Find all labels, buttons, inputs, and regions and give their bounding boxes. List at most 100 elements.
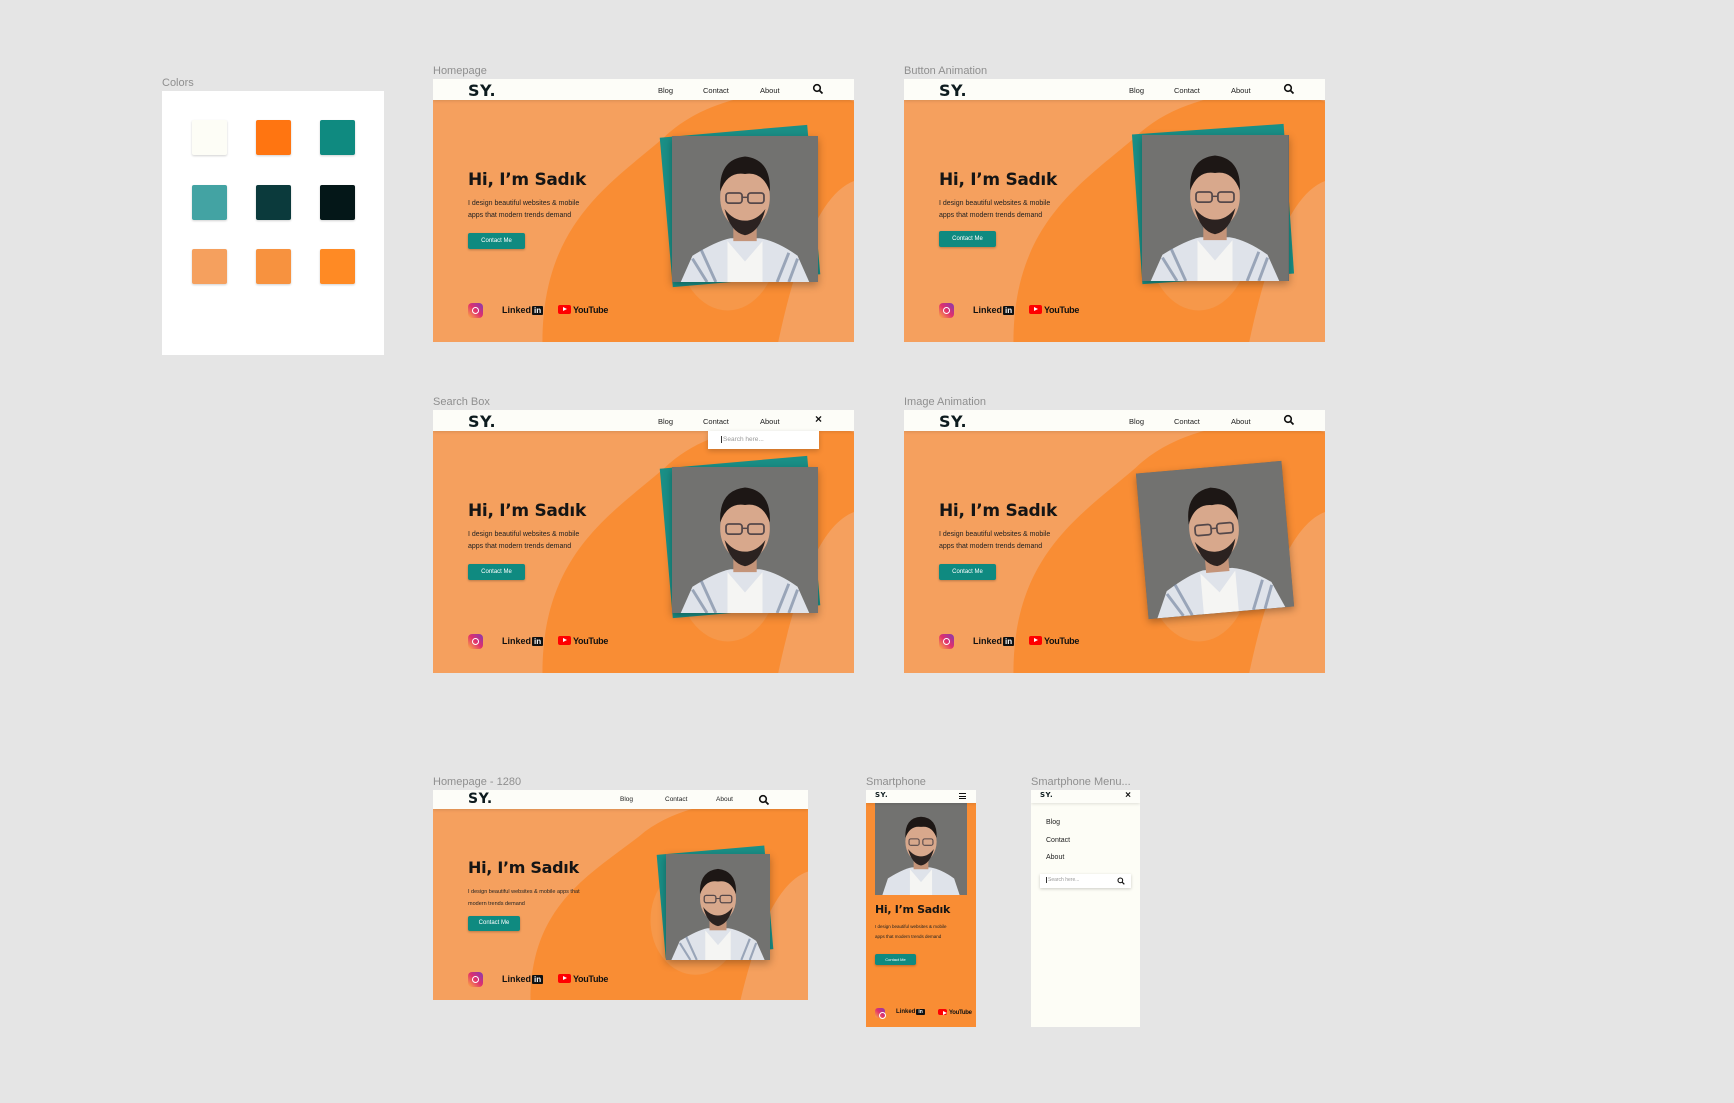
nav-blog[interactable]: Blog xyxy=(620,796,633,803)
nav-blog[interactable]: Blog xyxy=(1129,417,1144,426)
nav-blog[interactable]: Blog xyxy=(1129,86,1144,95)
search-icon[interactable] xyxy=(758,794,770,806)
logo[interactable]: SY. xyxy=(875,791,888,799)
logo[interactable]: SY. xyxy=(468,81,496,100)
instagram-icon[interactable] xyxy=(468,634,483,649)
nav-about[interactable]: About xyxy=(760,86,780,95)
colors-frame[interactable] xyxy=(162,91,384,355)
smartphone-frame[interactable]: SY. Hi, I’m Sadık I design beautiful web… xyxy=(866,790,976,1027)
nav-contact[interactable]: Contact xyxy=(665,796,687,803)
contact-me-button[interactable]: Contact Me xyxy=(468,916,520,931)
search-box-frame[interactable]: SY. Blog Contact About × Search here... Hi, I’… xyxy=(433,410,854,673)
contact-me-button[interactable]: Contact Me xyxy=(468,233,525,249)
navbar: SY. × xyxy=(1031,790,1140,803)
frame-label-search-box[interactable]: Search Box xyxy=(433,396,490,408)
frame-label-colors[interactable]: Colors xyxy=(162,77,194,89)
linkedin-link[interactable]: Linked in xyxy=(896,1009,925,1015)
search-icon[interactable] xyxy=(812,83,824,95)
smartphone-menu-frame[interactable]: SY. × Blog Contact About Search here... xyxy=(1031,790,1140,1027)
instagram-icon[interactable] xyxy=(468,972,483,987)
youtube-link[interactable]: YouTube xyxy=(1029,636,1079,646)
instagram-icon[interactable] xyxy=(875,1008,886,1019)
search-input[interactable]: Search here... xyxy=(708,431,819,449)
nav-contact[interactable]: Contact xyxy=(703,417,729,426)
portrait-illustration xyxy=(672,136,818,282)
youtube-label: YouTube xyxy=(1044,636,1080,646)
nav-blog[interactable]: Blog xyxy=(658,417,673,426)
linkedin-link[interactable]: Linked in xyxy=(973,636,1015,646)
frame-label-button-animation[interactable]: Button Animation xyxy=(904,65,987,77)
hero-title: Hi, I’m Sadık xyxy=(875,903,950,916)
youtube-icon xyxy=(558,974,571,983)
linkedin-link[interactable]: Linked in xyxy=(502,305,544,315)
nav-about[interactable]: About xyxy=(760,417,780,426)
nav-about[interactable]: About xyxy=(1231,417,1251,426)
color-swatch[interactable] xyxy=(320,120,355,155)
frame-label-smartphone[interactable]: Smartphone xyxy=(866,776,926,788)
youtube-label: YouTube xyxy=(573,974,609,984)
color-swatch[interactable] xyxy=(192,249,227,284)
nav-about[interactable]: About xyxy=(1231,86,1251,95)
linkedin-link[interactable]: Linked in xyxy=(502,636,544,646)
youtube-icon xyxy=(558,636,571,645)
frame-label-homepage-1280[interactable]: Homepage - 1280 xyxy=(433,776,521,788)
logo[interactable]: SY. xyxy=(468,412,496,431)
hero-title: Hi, I’m Sadık xyxy=(939,170,1057,190)
logo[interactable]: SY. xyxy=(939,81,967,100)
search-icon xyxy=(1117,877,1125,885)
homepage-1280-frame[interactable]: SY. Blog Contact About Hi, I’m Sadık I design… xyxy=(433,790,808,1000)
linkedin-link[interactable]: Linked in xyxy=(502,974,544,984)
navbar: SY. Blog Contact About × xyxy=(433,410,854,431)
logo[interactable]: SY. xyxy=(939,412,967,431)
search-icon[interactable] xyxy=(1283,83,1295,95)
contact-me-button[interactable]: Contact Me xyxy=(939,564,996,580)
menu-item-about[interactable]: About xyxy=(1046,854,1064,861)
menu-item-blog[interactable]: Blog xyxy=(1046,819,1060,826)
youtube-link[interactable]: YouTube xyxy=(558,305,608,315)
nav-contact[interactable]: Contact xyxy=(1174,86,1200,95)
close-icon[interactable]: × xyxy=(1125,790,1131,801)
frame-label-smartphone-menu[interactable]: Smartphone Menu... xyxy=(1031,776,1131,788)
profile-photo xyxy=(666,854,770,960)
linkedin-mark: in xyxy=(1003,637,1015,646)
contact-me-button[interactable]: Contact Me xyxy=(875,954,916,965)
linkedin-mark: in xyxy=(1003,306,1015,315)
linkedin-link[interactable]: Linked in xyxy=(973,305,1015,315)
contact-me-button[interactable]: Contact Me xyxy=(939,231,996,247)
youtube-link[interactable]: YouTube xyxy=(558,636,608,646)
logo[interactable]: SY. xyxy=(1040,791,1053,799)
search-icon[interactable] xyxy=(1283,414,1295,426)
hero-title: Hi, I’m Sadık xyxy=(468,501,586,521)
color-swatch[interactable] xyxy=(320,185,355,220)
frame-label-homepage[interactable]: Homepage xyxy=(433,65,487,77)
youtube-label: YouTube xyxy=(1044,305,1080,315)
color-swatch[interactable] xyxy=(320,249,355,284)
instagram-icon[interactable] xyxy=(939,634,954,649)
button-animation-frame[interactable]: SY. Blog Contact About Hi, I’m Sadık I design… xyxy=(904,79,1325,342)
youtube-link[interactable]: YouTube xyxy=(938,1009,972,1016)
color-swatch[interactable] xyxy=(256,249,291,284)
contact-me-button[interactable]: Contact Me xyxy=(468,564,525,580)
nav-contact[interactable]: Contact xyxy=(703,86,729,95)
youtube-link[interactable]: YouTube xyxy=(1029,305,1079,315)
instagram-icon[interactable] xyxy=(939,303,954,318)
hamburger-icon[interactable] xyxy=(959,793,966,799)
nav-about[interactable]: About xyxy=(716,796,733,803)
nav-blog[interactable]: Blog xyxy=(658,86,673,95)
instagram-icon[interactable] xyxy=(468,303,483,318)
youtube-link[interactable]: YouTube xyxy=(558,974,608,984)
nav-contact[interactable]: Contact xyxy=(1174,417,1200,426)
menu-item-contact[interactable]: Contact xyxy=(1046,837,1070,844)
youtube-label: YouTube xyxy=(949,1010,972,1016)
color-swatch[interactable] xyxy=(192,120,227,155)
search-input[interactable]: Search here... xyxy=(1040,874,1131,888)
close-icon[interactable]: × xyxy=(815,412,822,426)
color-swatch[interactable] xyxy=(192,185,227,220)
profile-photo xyxy=(1142,135,1289,281)
frame-label-image-animation[interactable]: Image Animation xyxy=(904,396,986,408)
homepage-frame[interactable]: SY. Blog Contact About Hi, I’m Sadık I design… xyxy=(433,79,854,342)
logo[interactable]: SY. xyxy=(468,791,493,807)
color-swatch[interactable] xyxy=(256,185,291,220)
image-animation-frame[interactable]: SY. Blog Contact About Hi, I’m Sadık I design… xyxy=(904,410,1325,673)
color-swatch[interactable] xyxy=(256,120,291,155)
